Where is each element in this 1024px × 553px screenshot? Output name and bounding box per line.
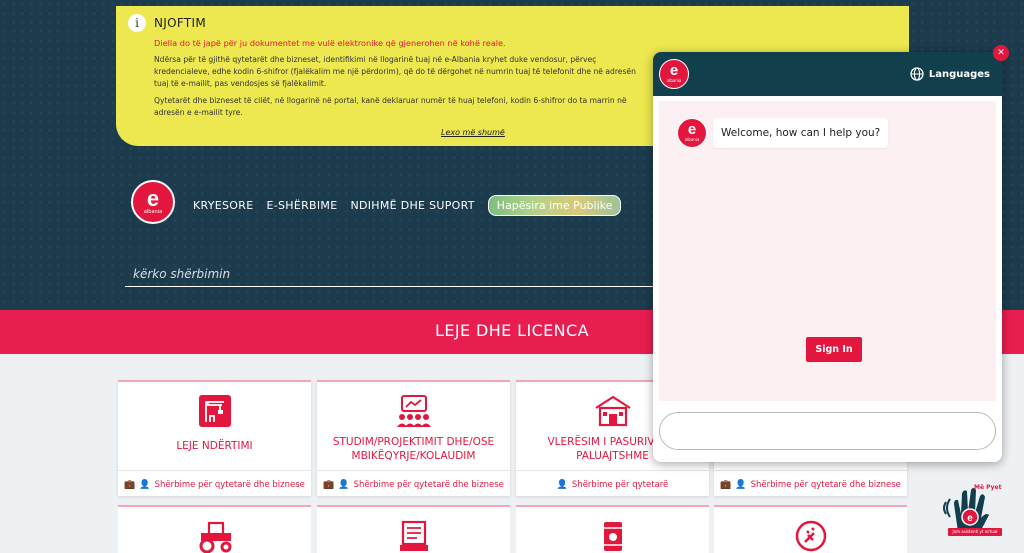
svg-text:e: e <box>967 513 973 524</box>
service-card-document[interactable] <box>317 505 510 553</box>
assistant-label-top: Më Pyet <box>974 484 1002 491</box>
service-card-construction-permit[interactable]: LEJE NDËRTIMI 💼 👤 Shërbime për qytetarë … <box>118 380 311 496</box>
welcome-message: Welcome, how can I help you? <box>713 118 889 148</box>
hazard-barrel-icon <box>603 522 622 551</box>
briefcase-icon: 💼 <box>124 479 136 490</box>
globe-icon <box>910 67 924 81</box>
briefcase-icon: 💼 <box>720 479 732 490</box>
notice-highlight: Diella do të japë për ju dokumentet me v… <box>154 38 506 48</box>
card-footer[interactable]: 💼 👤 Shërbime për qytetarë dhe biznese <box>317 470 510 498</box>
bot-avatar: e albania <box>677 118 707 148</box>
card-title: STUDIM/PROJEKTIMIT DHE/OSE MBIKËQYRJE/KO… <box>332 436 495 462</box>
sign-in-button[interactable]: Sign In <box>806 337 862 362</box>
person-icon: 👤 <box>338 479 350 490</box>
card-footer[interactable]: 💼 👤 Shërbime për qytetarë dhe biznese <box>118 470 311 498</box>
languages-button[interactable]: Languages <box>910 67 990 81</box>
bot-message: e albania Welcome, how can I help you? <box>677 118 889 148</box>
assistant-label-bottom: Jam asistenti yt virtual <box>952 529 998 534</box>
chat-widget: e albania Languages e albania Welcome, h… <box>653 52 1002 462</box>
chat-logo: e albania <box>659 59 689 89</box>
card-footer[interactable]: 💼 👤 Shërbime për qytetarë dhe biznese <box>714 470 907 498</box>
chat-header: e albania Languages <box>653 52 1002 96</box>
notice-paragraph-2: Qytetarët dhe bizneset të cilët, në llog… <box>154 96 627 118</box>
card-footer-label: Shërbime për qytetarë <box>571 479 669 490</box>
service-card-study-design[interactable]: STUDIM/PROJEKTIMIT DHE/OSE MBIKËQYRJE/KO… <box>317 380 510 496</box>
main-nav: KRYESORE E-SHËRBIME NDIHMË DHE SUPORT Ha… <box>193 195 622 216</box>
person-icon: 👤 <box>139 479 151 490</box>
service-card-plug[interactable] <box>714 505 907 553</box>
search-bar <box>125 262 665 287</box>
service-card-tractor[interactable] <box>118 505 311 553</box>
nav-home[interactable]: KRYESORE <box>193 199 253 212</box>
e-albania-logo[interactable]: e albania <box>131 180 175 224</box>
nav-e-services[interactable]: E-SHËRBIME <box>266 199 337 212</box>
briefcase-icon: 💼 <box>323 479 335 490</box>
card-footer[interactable]: 👤 Shërbime për qytetarë <box>516 470 709 498</box>
person-icon: 👤 <box>735 479 747 490</box>
public-space-button[interactable]: Hapësira ime Publike <box>487 195 622 216</box>
notice-title: NJOFTIM <box>154 16 206 30</box>
chat-messages: e albania Welcome, how can I help you? S… <box>659 101 996 401</box>
languages-label: Languages <box>928 68 990 80</box>
service-card-hazard[interactable] <box>516 505 709 553</box>
meeting-icon <box>396 395 431 427</box>
nav-help-support[interactable]: NDIHMË DHE SUPORT <box>350 199 474 212</box>
search-input[interactable] <box>125 262 665 286</box>
notice-paragraph-1: Ndërsa për të gjithë qytetarët dhe bizne… <box>154 55 636 88</box>
person-icon: 👤 <box>556 479 568 490</box>
plug-icon <box>795 520 826 552</box>
chat-input[interactable] <box>659 412 996 450</box>
info-icon: i <box>128 14 146 32</box>
card-footer-label: Shërbime për qytetarë dhe biznese <box>750 479 901 490</box>
card-footer-label: Shërbime për qytetarë dhe biznese <box>154 479 305 490</box>
close-icon[interactable]: ✕ <box>993 45 1009 61</box>
virtual-assistant-launcher[interactable]: e Më Pyet Jam asistenti yt virtual <box>940 482 1010 542</box>
read-more-link[interactable]: Lexo më shumë <box>441 128 505 137</box>
crane-icon <box>198 395 231 427</box>
tractor-icon <box>199 521 231 553</box>
document-icon <box>399 520 428 551</box>
building-icon <box>594 395 631 427</box>
card-title: LEJE NDËRTIMI <box>176 440 253 452</box>
card-footer-label: Shërbime për qytetarë dhe biznese <box>353 479 504 490</box>
